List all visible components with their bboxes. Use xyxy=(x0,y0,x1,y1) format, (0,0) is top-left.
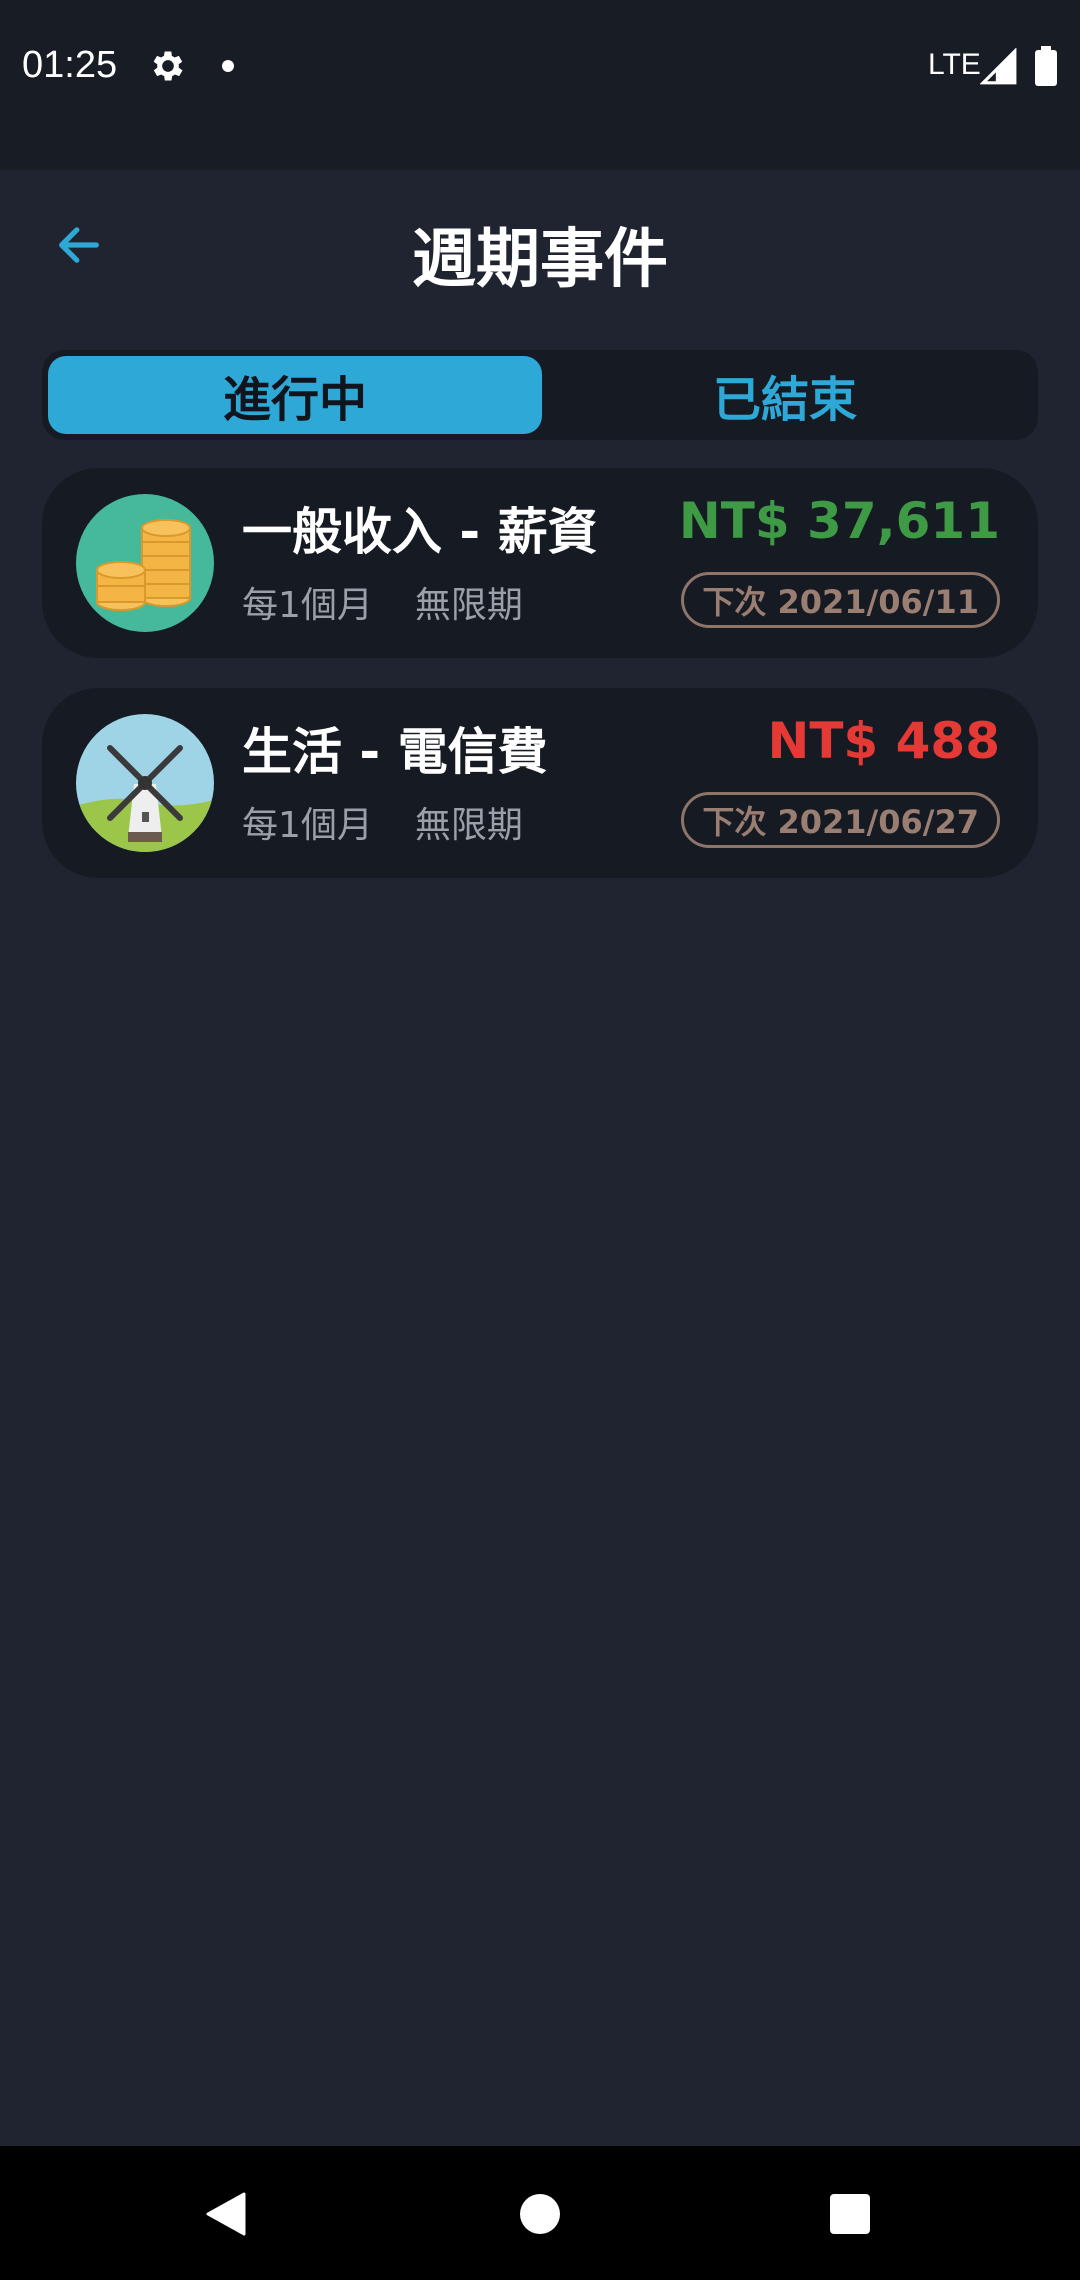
system-nav-bar xyxy=(0,2146,1080,2280)
coins-icon xyxy=(76,494,214,632)
event-schedule: 每1個月 無限期 xyxy=(242,576,523,628)
event-amount: NT$ 488 xyxy=(767,712,1000,770)
settings-gear-icon xyxy=(153,51,183,81)
event-frequency: 每1個月 xyxy=(242,805,373,846)
tab-ended[interactable]: 已結束 xyxy=(538,356,1032,434)
triangle-back-icon xyxy=(206,2192,246,2236)
event-card[interactable]: 一般收入 - 薪資 每1個月 無限期 NT$ 37,611 下次 2021/06/… xyxy=(42,468,1038,658)
event-title: 一般收入 - 薪資 xyxy=(242,503,598,561)
event-amount: NT$ 37,611 xyxy=(678,492,1000,550)
status-time: 01:25 xyxy=(22,44,118,86)
segment-tabs: 進行中 已結束 xyxy=(42,350,1038,440)
nav-recents-button[interactable] xyxy=(818,2182,882,2246)
event-schedule: 每1個月 無限期 xyxy=(242,796,523,848)
windmill-icon xyxy=(76,714,214,852)
status-bar: 01:25 LTE xyxy=(0,0,1080,170)
signal-icon xyxy=(980,48,1017,85)
nav-back-button[interactable] xyxy=(194,2182,258,2246)
notification-dot-icon xyxy=(222,60,234,72)
tab-ongoing[interactable]: 進行中 xyxy=(48,356,542,434)
event-duration: 無限期 xyxy=(414,805,523,846)
event-card[interactable]: 生活 - 電信費 每1個月 無限期 NT$ 488 下次 2021/06/27 xyxy=(42,688,1038,878)
network-type: LTE xyxy=(928,48,981,81)
square-recents-icon xyxy=(830,2194,870,2234)
page-title: 週期事件 xyxy=(412,223,668,297)
circle-home-icon xyxy=(520,2194,560,2234)
event-frequency: 每1個月 xyxy=(242,585,373,626)
event-title: 生活 - 電信費 xyxy=(242,723,548,781)
next-date-badge: 下次 2021/06/11 xyxy=(681,572,1000,628)
app-bar: 週期事件 xyxy=(0,170,1080,330)
nav-home-button[interactable] xyxy=(508,2182,572,2246)
event-duration: 無限期 xyxy=(414,585,523,626)
battery-icon xyxy=(1035,46,1057,86)
next-date-badge: 下次 2021/06/27 xyxy=(681,792,1000,848)
